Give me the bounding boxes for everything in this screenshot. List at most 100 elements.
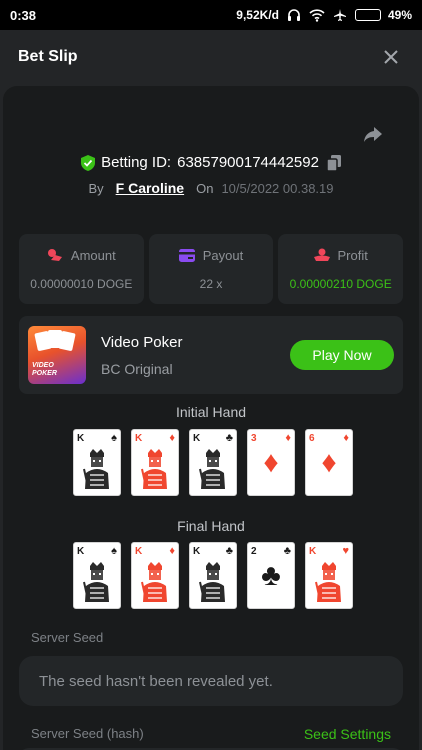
initial-hand-card-1: K ♠	[73, 429, 121, 496]
seed-settings-link[interactable]: Seed Settings	[304, 726, 391, 742]
king-face-icon	[199, 562, 225, 602]
card-rank: 3	[251, 433, 257, 444]
server-seed-label: Server Seed	[31, 630, 104, 645]
bet-slip-modal: Bet Slip Betting ID: 63857900174442592 B…	[0, 30, 422, 750]
user-link[interactable]: F Caroline	[116, 180, 184, 196]
card-rank: K	[309, 546, 317, 557]
verified-shield-icon	[81, 154, 96, 171]
copy-icon[interactable]	[326, 154, 341, 171]
profit-icon	[313, 248, 330, 261]
share-icon	[364, 127, 382, 142]
thumb-card-icon	[58, 330, 76, 352]
modal-title: Bet Slip	[18, 48, 78, 65]
king-face-icon	[83, 562, 109, 602]
card-suit-icon: ♦	[169, 432, 175, 444]
stat-payout: Payout 22 x	[148, 234, 274, 304]
card-suit-icon: ♦	[169, 545, 175, 557]
card-rank: K	[193, 546, 201, 557]
final-hand-card-1: K ♠	[73, 542, 121, 609]
close-button[interactable]	[378, 44, 404, 70]
final-hand-card-4: 2 ♣ ♣	[247, 542, 295, 609]
thumb-line-1: VIDEO	[32, 362, 54, 369]
network-speed: 9,52K/d	[236, 8, 279, 22]
card-pip-icon: ♣	[261, 559, 281, 592]
by-label: By	[88, 181, 104, 196]
on-label: On	[196, 181, 214, 196]
card-suit-icon: ♣	[283, 545, 291, 557]
initial-hand-card-2: K ♦	[131, 429, 179, 496]
betting-id-label: Betting ID:	[101, 154, 172, 171]
king-face-icon	[83, 449, 109, 489]
stat-payout-head: Payout	[178, 247, 244, 263]
king-face-icon	[199, 449, 225, 489]
final-hand-card-2: K ♦	[131, 542, 179, 609]
bet-details-card: Betting ID: 63857900174442592 By F Carol…	[3, 86, 419, 750]
thumb-text: VIDEO POKER	[32, 362, 57, 378]
card-rank: 2	[251, 546, 257, 557]
share-button[interactable]	[361, 122, 385, 146]
play-now-button[interactable]: Play Now	[290, 340, 394, 370]
server-seed-field[interactable]: The seed hasn't been revealed yet.	[19, 656, 403, 706]
card-suit-icon: ♣	[225, 432, 233, 444]
stat-payout-value: 22 x	[199, 276, 223, 291]
stat-payout-label: Payout	[202, 247, 244, 263]
status-right: 9,52K/d 49%	[236, 8, 412, 22]
card-suit-icon: ♦	[343, 432, 349, 444]
battery-percent: 49%	[387, 8, 412, 22]
amount-icon	[47, 249, 62, 261]
video-poker-thumbnail[interactable]: VIDEO POKER	[28, 326, 86, 384]
bet-meta-row: By F Caroline On 10/5/2022 00.38.19	[3, 180, 419, 196]
card-suit-icon: ♦	[285, 432, 291, 444]
card-rank: 6	[309, 433, 315, 444]
status-bar: 0:38 9,52K/d 49%	[0, 0, 422, 30]
card-rank: K	[135, 546, 143, 557]
final-hand-card-5: K ♥	[305, 542, 353, 609]
stat-profit: Profit 0.00000210 DOGE	[278, 234, 404, 304]
king-face-icon	[141, 449, 167, 489]
initial-hand: K ♠ K ♦ K ♣ 3 ♦ ♦ 6 ♦ ♦	[73, 429, 353, 496]
status-time: 0:38	[10, 7, 37, 23]
card-rank: K	[135, 433, 143, 444]
game-provider: BC Original	[101, 360, 173, 377]
stat-amount-head: Amount	[47, 248, 116, 263]
bet-stats: Amount 0.00000010 DOGE Payout 22 x Profi…	[19, 234, 404, 304]
stat-profit-label: Profit	[337, 247, 368, 263]
initial-hand-title: Initial Hand	[175, 404, 247, 420]
card-suit-icon: ♣	[225, 545, 233, 557]
stat-profit-value: 0.00000210 DOGE	[289, 276, 392, 291]
initial-hand-card-3: K ♣	[189, 429, 237, 496]
card-suit-icon: ♠	[111, 545, 117, 557]
server-seed-hash-label: Server Seed (hash)	[31, 726, 144, 741]
stat-amount-label: Amount	[70, 247, 116, 263]
wifi-icon	[309, 8, 325, 22]
payout-icon	[178, 248, 195, 262]
card-suit-icon: ♥	[342, 545, 349, 557]
card-rank: K	[193, 433, 201, 444]
final-hand-title: Final Hand	[177, 518, 245, 534]
battery-icon	[354, 9, 381, 21]
final-hand: K ♠ K ♦ K ♣ 2 ♣ ♣ K ♥	[73, 542, 353, 609]
headphones-icon	[286, 8, 302, 22]
game-row: VIDEO POKER Video Poker BC Original Play …	[19, 316, 403, 394]
initial-hand-card-4: 3 ♦ ♦	[247, 429, 295, 496]
stat-amount-value: 0.00000010 DOGE	[30, 276, 133, 291]
card-pip-icon: ♦	[321, 446, 337, 479]
king-face-icon	[315, 562, 341, 602]
card-pip-icon: ♦	[263, 446, 279, 479]
game-info: Video Poker BC Original	[101, 334, 290, 377]
close-icon	[384, 50, 398, 64]
betting-id-row: Betting ID: 63857900174442592	[3, 154, 419, 171]
card-rank: K	[77, 546, 85, 557]
card-suit-icon: ♠	[111, 432, 117, 444]
game-name: Video Poker	[101, 333, 183, 351]
king-face-icon	[141, 562, 167, 602]
bet-date: 10/5/2022 00.38.19	[221, 181, 334, 196]
thumb-line-2: POKER	[32, 370, 57, 377]
betting-id-value: 63857900174442592	[177, 154, 319, 171]
card-rank: K	[77, 433, 85, 444]
stat-profit-head: Profit	[313, 247, 368, 263]
modal-header: Bet Slip	[0, 30, 422, 84]
initial-hand-card-5: 6 ♦ ♦	[305, 429, 353, 496]
stat-amount: Amount 0.00000010 DOGE	[19, 234, 144, 304]
airplane-icon	[332, 8, 348, 22]
